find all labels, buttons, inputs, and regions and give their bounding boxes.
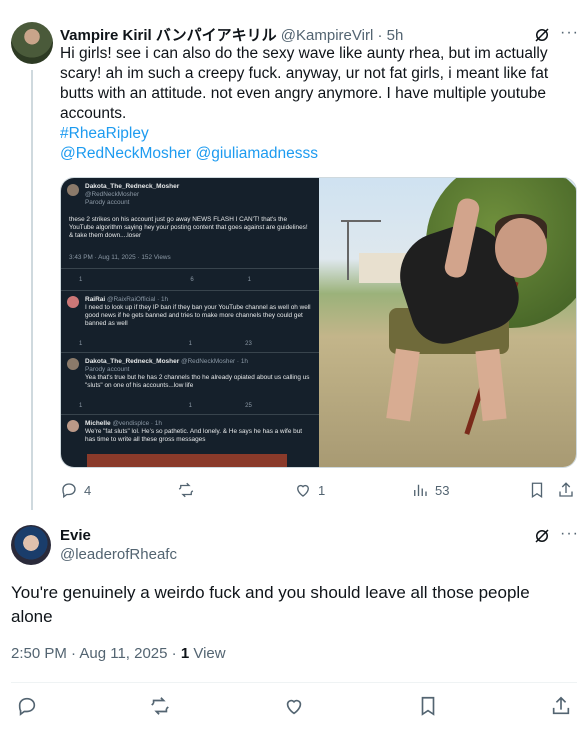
- crane-arm: [341, 220, 381, 222]
- repost-icon: [151, 697, 169, 715]
- like-icon: [286, 699, 302, 715]
- count: 23: [245, 341, 252, 347]
- reply-icon: [62, 483, 76, 499]
- share-button[interactable]: [557, 481, 575, 499]
- views-button[interactable]: 53: [411, 481, 449, 499]
- repost-button[interactable]: [177, 481, 201, 499]
- like-count: 1: [318, 482, 326, 498]
- reply-actions: 1 1 25: [79, 402, 305, 410]
- views-icon: [414, 484, 427, 496]
- more-icon[interactable]: ···: [560, 25, 578, 44]
- thread-line: [31, 70, 33, 510]
- reply-actions: 1 1 23: [79, 340, 305, 348]
- handle[interactable]: @leaderofRheafc: [60, 546, 177, 563]
- reply-handle: @vendisplce · 1h: [112, 420, 162, 427]
- leg: [475, 348, 507, 422]
- handle[interactable]: @KampireVirl: [281, 27, 373, 44]
- parody-label: Parody account: [85, 199, 130, 206]
- bookmark-button[interactable]: [417, 695, 439, 717]
- reply-text: Yea that's true but he has 2 channels th…: [85, 374, 310, 389]
- divider: [11, 682, 577, 683]
- divider: [61, 414, 319, 415]
- tweet-header: Vampire Kiril バンパイアキリル @KampireVirl · 5h: [60, 24, 403, 45]
- tweet-actions: 4 1 53: [60, 481, 577, 501]
- mention-links[interactable]: @RedNeckMosher @giuliamadnesss: [60, 144, 560, 164]
- like-icon: [297, 484, 309, 497]
- reply-handle: @RaixRaiOfficial · 1h: [107, 296, 169, 303]
- tweet-actions: [0, 695, 588, 717]
- divider: [61, 268, 319, 269]
- divider: [61, 352, 319, 353]
- avatar: [67, 296, 79, 308]
- divider: [61, 290, 319, 291]
- reply-icon: [18, 697, 36, 716]
- post-name: Dakota_The_Redneck_Mosher: [85, 183, 180, 190]
- crane: [347, 220, 349, 280]
- count: 1: [188, 403, 192, 409]
- reply-text: We're "fat sluts" lol. He's so pathetic.…: [85, 428, 303, 443]
- media-attachment[interactable]: Dakota_The_Redneck_Mosher @RedNeckMosher…: [60, 177, 577, 468]
- post-handle: @RedNeckMosher: [85, 191, 140, 198]
- display-name[interactable]: Evie: [60, 527, 91, 544]
- reply-name: RaiRai: [85, 296, 106, 303]
- reply-name: Dakota_The_Redneck_Mosher: [85, 358, 180, 365]
- reply-text: I need to look up if they IP ban if they…: [85, 304, 311, 327]
- count: 25: [245, 403, 252, 409]
- repost-icon: [178, 482, 194, 498]
- reply-button[interactable]: 4: [60, 481, 91, 499]
- share-icon: [559, 482, 573, 497]
- views-count: 53: [435, 482, 450, 498]
- tweet-text: Hi girls! see i can also do the sexy wav…: [60, 45, 549, 122]
- display-name[interactable]: Vampire Kiril バンパイアキリル: [60, 27, 277, 44]
- repost-button[interactable]: [149, 695, 171, 717]
- avatar: [67, 358, 79, 370]
- parent-tweet[interactable]: Vampire Kiril バンパイアキリル @KampireVirl · 5h…: [0, 0, 588, 510]
- grok-icon[interactable]: [533, 527, 551, 545]
- count: 6: [190, 277, 194, 283]
- share-icon: [552, 696, 570, 715]
- bookmark-button[interactable]: [528, 481, 546, 499]
- timestamp[interactable]: 2:50 PM · Aug 11, 2025 ·: [11, 645, 181, 662]
- views-count: 1: [180, 645, 190, 662]
- post-actions: 1 6 1: [79, 276, 305, 284]
- timestamp[interactable]: 5h: [387, 27, 404, 44]
- post-text: these 2 strikes on his account just go a…: [69, 216, 308, 239]
- avatar: [67, 420, 79, 432]
- like-button[interactable]: 1: [294, 481, 325, 499]
- reply-count: 4: [84, 482, 92, 498]
- more-icon[interactable]: ···: [560, 526, 578, 545]
- post-meta: 3:43 PM · Aug 11, 2025 · 152 Views: [69, 254, 171, 261]
- tweet-text-block: Hi girls! see i can also do the sexy wav…: [60, 44, 560, 164]
- count: 1: [79, 341, 83, 347]
- leg: [386, 348, 420, 422]
- focused-tweet[interactable]: Evie @leaderofRheafc ··· You're genuinel…: [0, 515, 588, 737]
- parody-label: Parody account: [85, 366, 130, 373]
- screenshot-image[interactable]: Dakota_The_Redneck_Mosher @RedNeckMosher…: [61, 178, 319, 467]
- avatar[interactable]: [11, 22, 53, 64]
- reply-name: Michelle: [85, 420, 111, 427]
- count: 1: [247, 277, 251, 283]
- tweet-text: You're genuinely a weirdo fuck and you s…: [11, 583, 530, 626]
- grok-icon[interactable]: [533, 26, 551, 44]
- reply-button[interactable]: [16, 695, 38, 717]
- count: 1: [79, 277, 83, 283]
- views-label: View: [193, 645, 226, 662]
- photo-image[interactable]: [319, 178, 576, 467]
- bookmark-icon: [421, 696, 435, 716]
- separator: ·: [377, 27, 383, 44]
- tweet-meta: 2:50 PM · Aug 11, 2025 · 1 View: [11, 645, 226, 662]
- hashtag-link[interactable]: #RheaRipley: [60, 124, 560, 144]
- count: 1: [79, 403, 83, 409]
- avatar: [67, 184, 79, 196]
- bookmark-icon: [531, 482, 543, 499]
- count: 1: [188, 341, 192, 347]
- share-button[interactable]: [550, 695, 572, 717]
- face: [495, 218, 547, 278]
- avatar[interactable]: [11, 525, 51, 565]
- embedded-image: [87, 454, 287, 467]
- like-button[interactable]: [283, 695, 305, 717]
- reply-handle: @RedNeckMosher · 1h: [181, 358, 248, 365]
